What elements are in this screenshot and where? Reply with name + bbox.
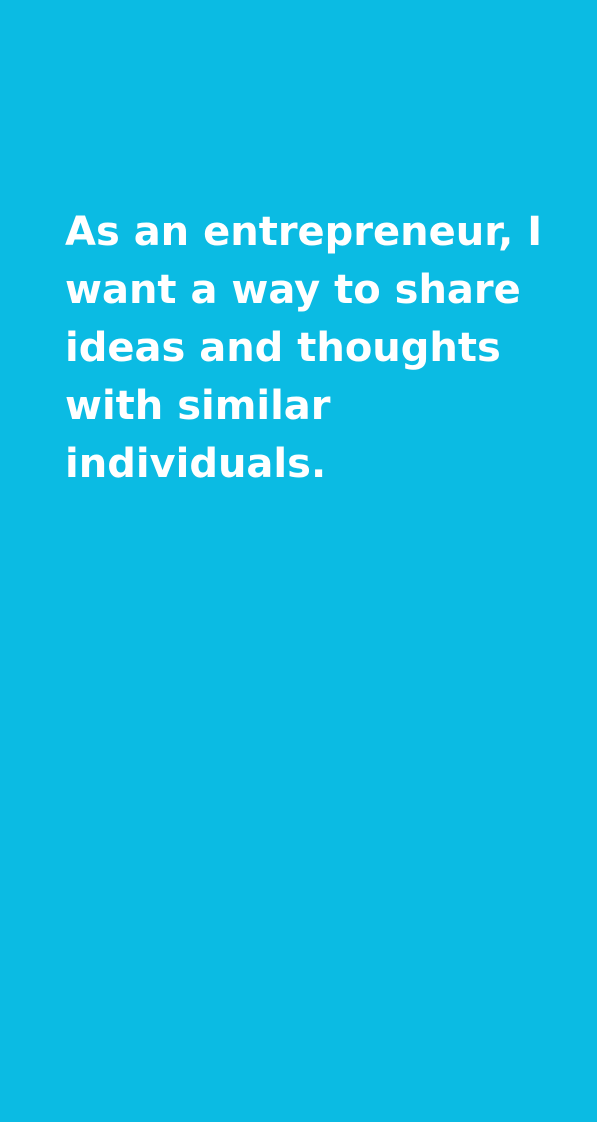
user-story-line-1: As an entrepreneur, I	[65, 209, 543, 255]
user-story-line-2: want a way to share	[65, 267, 521, 313]
user-story-line-5: individuals.	[65, 441, 327, 487]
user-story-text: As an entrepreneur, I want a way to shar…	[65, 203, 545, 493]
user-story-line-4: with similar	[65, 383, 331, 429]
user-story-screen: As an entrepreneur, I want a way to shar…	[0, 0, 597, 1122]
user-story-line-3: ideas and thoughts	[65, 325, 501, 371]
